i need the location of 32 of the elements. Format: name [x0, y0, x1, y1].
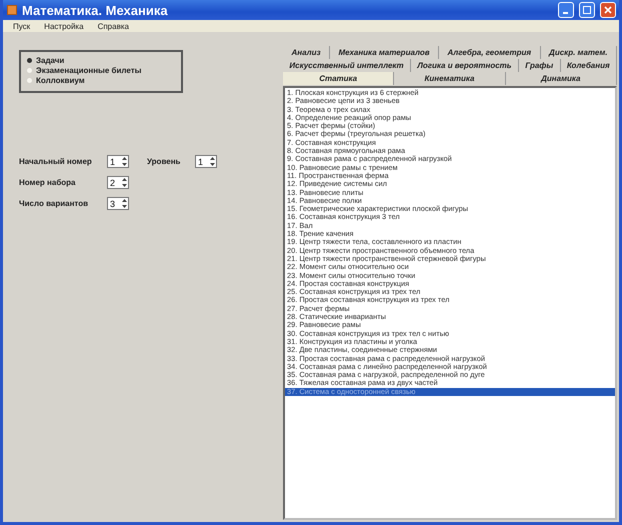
minimize-button[interactable]: [558, 2, 574, 18]
number-spinner[interactable]: 3: [107, 197, 129, 210]
spinner-arrows-icon: [122, 157, 127, 166]
field-label: Уровень: [147, 157, 182, 166]
subject-tab[interactable]: Колебания: [560, 59, 618, 72]
subject-tab[interactable]: Дискр. матем.: [540, 46, 617, 59]
field-label: Номер набора: [19, 178, 76, 187]
radio-option[interactable]: Экзаменационные билеты: [27, 66, 175, 75]
radio-label: Задачи: [36, 56, 64, 65]
app-icon: [7, 5, 17, 15]
field-label: Число вариантов: [19, 199, 90, 208]
spinner-arrows-icon: [210, 157, 215, 166]
menu-item[interactable]: Настройка: [44, 22, 84, 30]
subject-tab[interactable]: Динамика: [506, 72, 617, 85]
field-label: Начальный номер: [19, 157, 93, 166]
maximize-button[interactable]: [579, 2, 595, 18]
close-button[interactable]: [600, 2, 616, 18]
subject-tab[interactable]: Статика: [283, 72, 394, 85]
spinner-arrows-icon: [122, 178, 127, 187]
number-spinner[interactable]: 1: [107, 155, 129, 168]
radio-label: Коллоквиум: [36, 76, 85, 85]
radio-option[interactable]: Задачи: [27, 56, 175, 65]
menu-item[interactable]: Справка: [98, 22, 129, 30]
number-spinner[interactable]: 1: [195, 155, 217, 168]
number-spinner[interactable]: 2: [107, 176, 129, 189]
radio-label: Экзаменационные билеты: [36, 66, 142, 75]
close-icon: [604, 6, 612, 14]
spinner-arrows-icon: [122, 199, 127, 208]
maximize-icon: [583, 6, 591, 14]
window-title: Математика. Механика: [22, 2, 169, 18]
radio-option[interactable]: Коллоквиум: [27, 76, 175, 85]
menu-item[interactable]: Пуск: [13, 22, 30, 30]
